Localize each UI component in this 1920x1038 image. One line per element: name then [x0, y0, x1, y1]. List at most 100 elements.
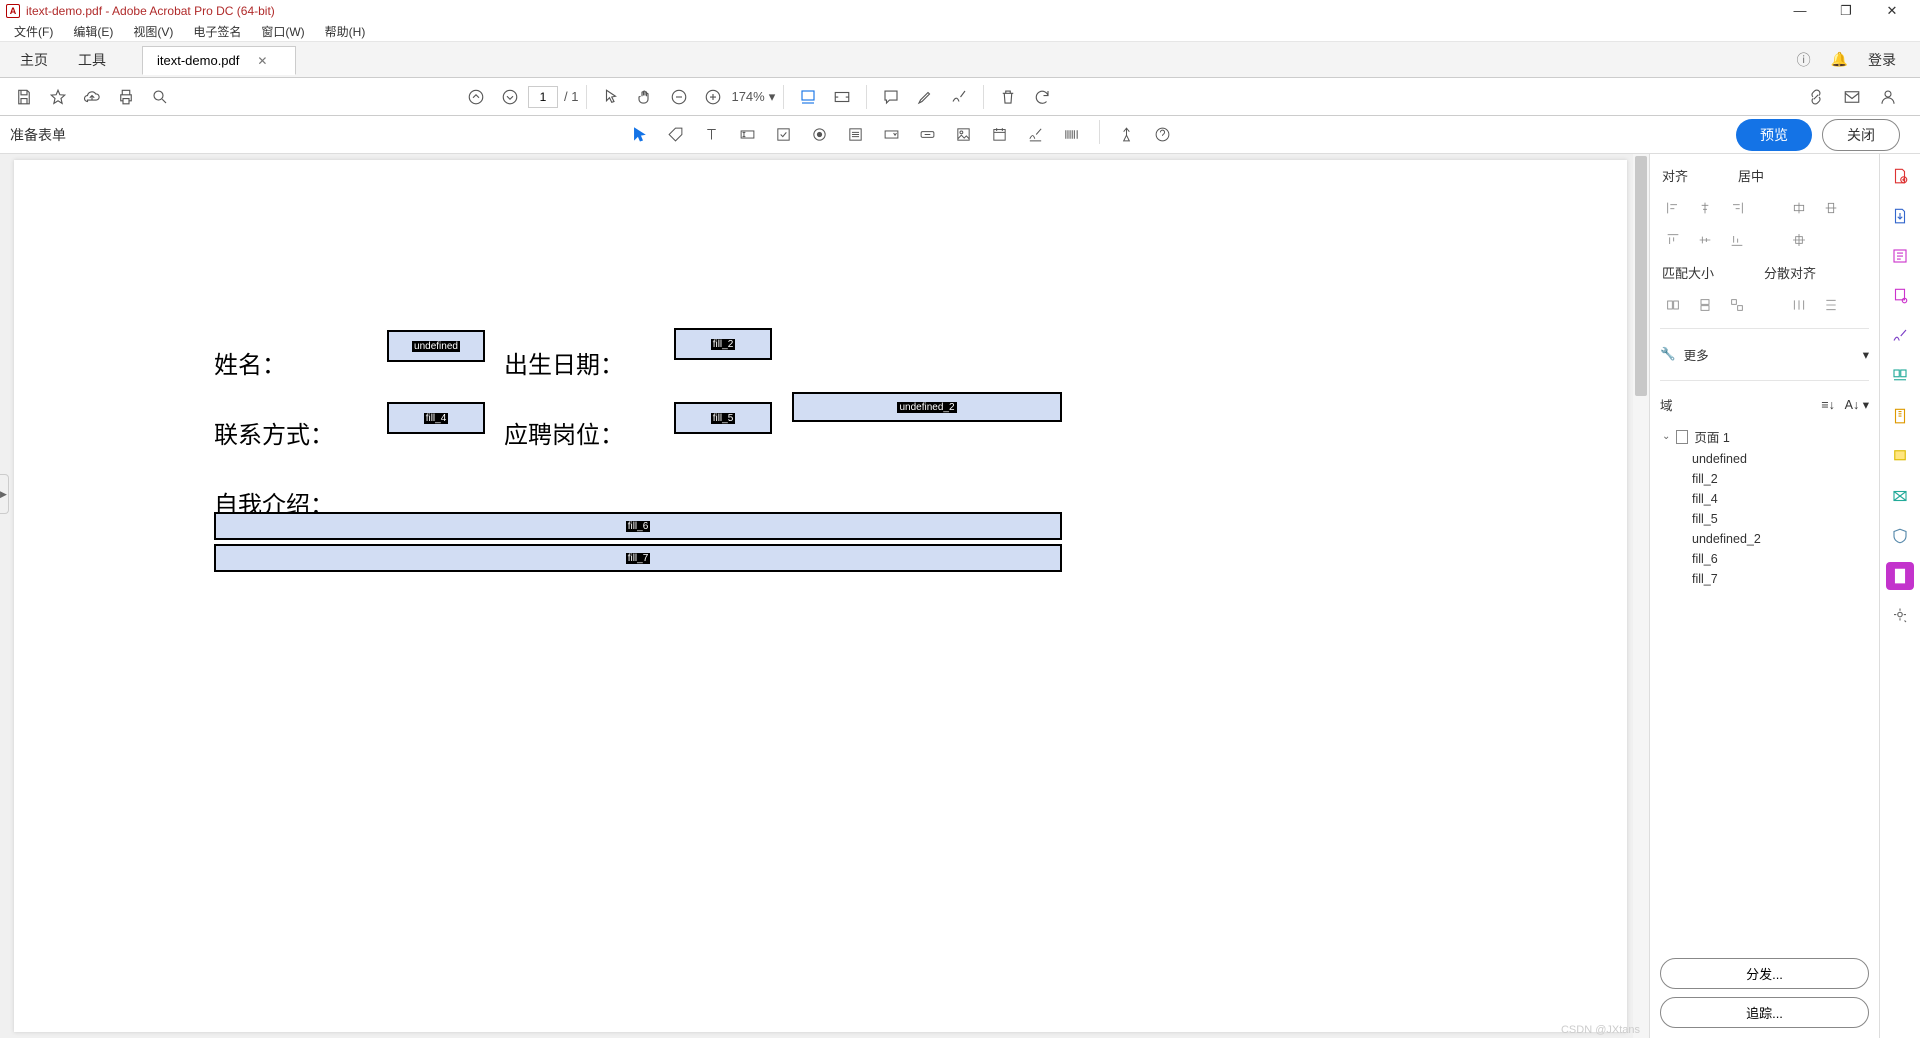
list-tool-icon[interactable] — [841, 120, 871, 150]
rail-compress-icon[interactable] — [1886, 402, 1914, 430]
field-fill-4[interactable]: fill_4 — [387, 402, 485, 434]
tree-field-undefined[interactable]: undefined — [1662, 449, 1869, 469]
trash-icon[interactable] — [992, 81, 1024, 113]
dropdown-tool-icon[interactable] — [877, 120, 907, 150]
field-fill-2[interactable]: fill_2 — [674, 328, 772, 360]
tree-field-fill-7[interactable]: fill_7 — [1662, 569, 1869, 589]
login-link[interactable]: 登录 — [1868, 50, 1896, 70]
align-vcenter-icon[interactable] — [1694, 229, 1716, 251]
checkbox-tool-icon[interactable] — [769, 120, 799, 150]
field-fill-7[interactable]: fill_7 — [214, 544, 1062, 572]
tree-field-undefined-2[interactable]: undefined_2 — [1662, 529, 1869, 549]
fit-width-icon[interactable] — [826, 81, 858, 113]
track-button[interactable]: 追踪... — [1660, 997, 1869, 1028]
close-window-button[interactable]: ✕ — [1878, 3, 1906, 19]
help-icon[interactable]: ⓘ — [1797, 50, 1811, 70]
sort-icons[interactable]: ≡↓ A↓ ▾ — [1821, 397, 1869, 412]
rail-sign2-icon[interactable] — [1886, 322, 1914, 350]
distribute-h-icon[interactable] — [1788, 294, 1810, 316]
tree-field-fill-2[interactable]: fill_2 — [1662, 469, 1869, 489]
search-icon[interactable] — [144, 81, 176, 113]
bell-icon[interactable]: 🔔 — [1831, 51, 1848, 68]
preview-button[interactable]: 预览 — [1736, 119, 1812, 151]
star-icon[interactable] — [42, 81, 74, 113]
rail-form-icon[interactable] — [1886, 562, 1914, 590]
hand-icon[interactable] — [629, 81, 661, 113]
rail-edit-icon[interactable] — [1886, 242, 1914, 270]
tree-field-fill-5[interactable]: fill_5 — [1662, 509, 1869, 529]
page-input[interactable] — [528, 86, 558, 108]
comment-icon[interactable] — [875, 81, 907, 113]
pdf-page[interactable]: 姓名： undefined 出生日期： fill_2 联系方式： fill_4 … — [14, 160, 1627, 1032]
menu-window[interactable]: 窗口(W) — [253, 21, 312, 42]
minimize-button[interactable]: — — [1786, 3, 1814, 19]
distribute-v-icon[interactable] — [1820, 294, 1842, 316]
menu-edit[interactable]: 编辑(E) — [65, 21, 121, 42]
tag-tool-icon[interactable] — [661, 120, 691, 150]
highlight-icon[interactable] — [909, 81, 941, 113]
align-bottom-icon[interactable] — [1726, 229, 1748, 251]
rail-organize-icon[interactable] — [1886, 362, 1914, 390]
select-area-icon[interactable] — [792, 81, 824, 113]
rail-note-icon[interactable] — [1886, 442, 1914, 470]
rail-protect-icon[interactable] — [1886, 522, 1914, 550]
tab-tools[interactable]: 工具 — [64, 42, 120, 78]
menu-help[interactable]: 帮助(H) — [317, 21, 374, 42]
redo-icon[interactable] — [1026, 81, 1058, 113]
page-up-icon[interactable] — [460, 81, 492, 113]
tab-home[interactable]: 主页 — [6, 42, 62, 78]
zoom-in-icon[interactable] — [697, 81, 729, 113]
align-left-icon[interactable] — [1662, 197, 1684, 219]
save-icon[interactable] — [8, 81, 40, 113]
field-fill-5[interactable]: fill_5 — [674, 402, 772, 434]
field-undefined-2[interactable]: undefined_2 — [792, 392, 1062, 422]
barcode-tool-icon[interactable] — [1057, 120, 1087, 150]
account-icon[interactable] — [1872, 81, 1904, 113]
center-h-icon[interactable] — [1788, 197, 1810, 219]
menu-file[interactable]: 文件(F) — [6, 21, 61, 42]
link-icon[interactable] — [1800, 81, 1832, 113]
maximize-button[interactable]: ❐ — [1832, 3, 1860, 19]
text-tool-icon[interactable] — [697, 120, 727, 150]
more-row[interactable]: 🔧 更多 ▾ — [1660, 339, 1869, 370]
arrow-tool-icon[interactable] — [625, 120, 655, 150]
date-tool-icon[interactable] — [985, 120, 1015, 150]
vertical-scrollbar[interactable] — [1633, 154, 1649, 1038]
field-fill-6[interactable]: fill_6 — [214, 512, 1062, 540]
rail-create-icon[interactable] — [1886, 162, 1914, 190]
close-button[interactable]: 关闭 — [1822, 119, 1900, 151]
center-both-icon[interactable] — [1788, 229, 1810, 251]
sign-icon[interactable] — [943, 81, 975, 113]
align-top-icon[interactable] — [1662, 229, 1684, 251]
menu-view[interactable]: 视图(V) — [125, 21, 181, 42]
rail-more-icon[interactable] — [1886, 602, 1914, 630]
match-height-icon[interactable] — [1694, 294, 1716, 316]
rail-comment-icon[interactable] — [1886, 282, 1914, 310]
zoom-dropdown[interactable]: 174% ▾ — [731, 89, 775, 105]
signature-tool-icon[interactable] — [1021, 120, 1051, 150]
match-both-icon[interactable] — [1726, 294, 1748, 316]
radio-tool-icon[interactable] — [805, 120, 835, 150]
align-hcenter-icon[interactable] — [1694, 197, 1716, 219]
tree-page-1[interactable]: ⌄ 页面 1 — [1662, 424, 1869, 449]
center-v-icon[interactable] — [1820, 197, 1842, 219]
rail-redact-icon[interactable] — [1886, 482, 1914, 510]
distribute-button[interactable]: 分发... — [1660, 958, 1869, 989]
tree-field-fill-4[interactable]: fill_4 — [1662, 489, 1869, 509]
zoom-out-icon[interactable] — [663, 81, 695, 113]
field-undefined[interactable]: undefined — [387, 330, 485, 362]
help-tool-icon[interactable] — [1148, 120, 1178, 150]
print-icon[interactable] — [110, 81, 142, 113]
cloud-icon[interactable] — [76, 81, 108, 113]
pointer-icon[interactable] — [595, 81, 627, 113]
match-width-icon[interactable] — [1662, 294, 1684, 316]
textfield-tool-icon[interactable] — [733, 120, 763, 150]
mail-icon[interactable] — [1836, 81, 1868, 113]
button-tool-icon[interactable] — [913, 120, 943, 150]
rail-export-icon[interactable] — [1886, 202, 1914, 230]
pin-icon[interactable] — [1112, 120, 1142, 150]
tab-close-icon[interactable]: ✕ — [257, 54, 267, 68]
scrollbar-thumb[interactable] — [1635, 156, 1647, 396]
tab-document[interactable]: itext-demo.pdf ✕ — [142, 46, 296, 75]
collapse-left-handle[interactable]: ▶ — [0, 474, 9, 514]
